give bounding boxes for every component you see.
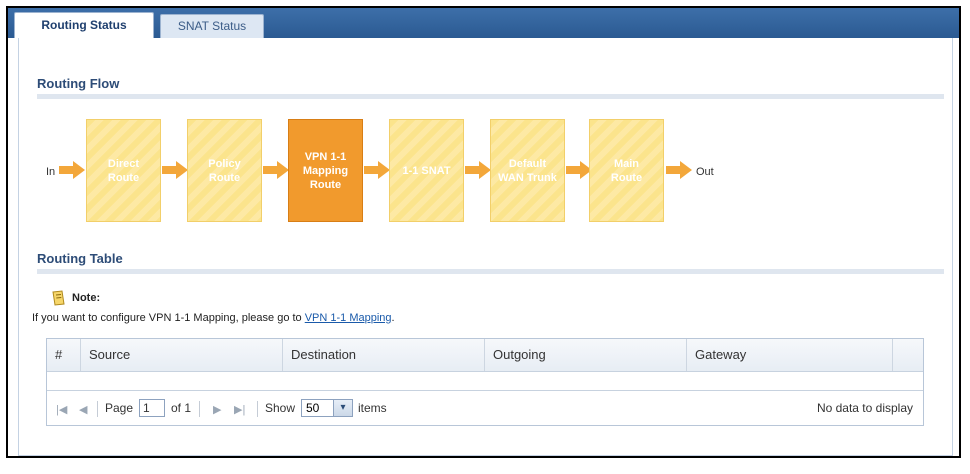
items-per-page-value: 50 xyxy=(306,401,320,415)
tab-routing-status[interactable]: Routing Status xyxy=(14,12,154,38)
note-message: If you want to configure VPN 1-1 Mapping… xyxy=(32,312,305,324)
table-header: # Source Destination Outgoing Gateway xyxy=(47,339,923,372)
column-header-source[interactable]: Source xyxy=(81,339,283,371)
column-header-number[interactable]: # xyxy=(47,339,81,371)
flow-arrow-icon xyxy=(666,161,692,179)
vpn-mapping-link[interactable]: VPN 1-1 Mapping xyxy=(305,312,392,324)
column-header-outgoing[interactable]: Outgoing xyxy=(485,339,687,371)
flow-step-direct-route: Direct Route xyxy=(86,119,161,222)
routing-flow-divider xyxy=(37,94,944,99)
note-icon xyxy=(52,290,65,306)
show-label: Show xyxy=(265,401,296,415)
tab-bar: Routing Status SNAT Status xyxy=(8,8,959,38)
flow-step-1-1-snat: 1-1 SNAT xyxy=(389,119,464,222)
items-per-page-select[interactable]: 50 ▾ xyxy=(301,399,353,417)
first-page-icon[interactable]: |◀ xyxy=(56,403,67,416)
page-number-input[interactable] xyxy=(139,399,165,417)
last-page-icon[interactable]: ▶| xyxy=(234,403,245,416)
next-page-icon[interactable]: ▶ xyxy=(213,403,221,416)
flow-step-vpn-mapping-route: VPN 1-1 Mapping Route xyxy=(288,119,363,222)
flow-out-label: Out xyxy=(696,166,714,178)
flow-arrow-icon xyxy=(162,161,188,179)
pager-divider xyxy=(97,401,98,417)
table-body xyxy=(47,371,923,391)
pager-divider xyxy=(199,401,200,417)
routing-table-grid: # Source Destination Outgoing Gateway |◀… xyxy=(46,338,924,426)
flow-step-policy-route: Policy Route xyxy=(187,119,262,222)
empty-status-text: No data to display xyxy=(816,401,913,415)
flow-step-main-route: Main Route xyxy=(589,119,664,222)
note-title: Note: xyxy=(72,292,101,304)
note-end: . xyxy=(391,312,395,324)
routing-table-divider xyxy=(37,269,944,274)
flow-arrow-icon xyxy=(59,161,85,179)
routing-table-title: Routing Table xyxy=(37,251,123,266)
items-label: items xyxy=(358,401,387,415)
routing-flow-title: Routing Flow xyxy=(37,76,120,91)
flow-arrow-icon xyxy=(263,161,289,179)
page-count-label: of 1 xyxy=(171,401,192,415)
tab-snat-status[interactable]: SNAT Status xyxy=(160,14,264,38)
column-header-gateway[interactable]: Gateway xyxy=(687,339,893,371)
page-label: Page xyxy=(105,401,134,415)
previous-page-icon[interactable]: ◀ xyxy=(79,403,87,416)
pagination-bar: |◀ ◀ Page of 1 ▶ ▶| Show 50 ▾ items No d… xyxy=(47,391,923,426)
flow-in-label: In xyxy=(46,166,56,178)
flow-arrow-icon xyxy=(364,161,390,179)
flow-arrow-icon xyxy=(465,161,491,179)
flow-step-default-wan-trunk: Default WAN Trunk xyxy=(490,119,565,222)
chevron-down-icon[interactable]: ▾ xyxy=(333,400,352,416)
note-text: If you want to configure VPN 1-1 Mapping… xyxy=(32,312,395,324)
window-frame: Routing Status SNAT Status Routing Flow … xyxy=(6,6,961,458)
pager-divider xyxy=(257,401,258,417)
column-header-destination[interactable]: Destination xyxy=(283,339,485,371)
